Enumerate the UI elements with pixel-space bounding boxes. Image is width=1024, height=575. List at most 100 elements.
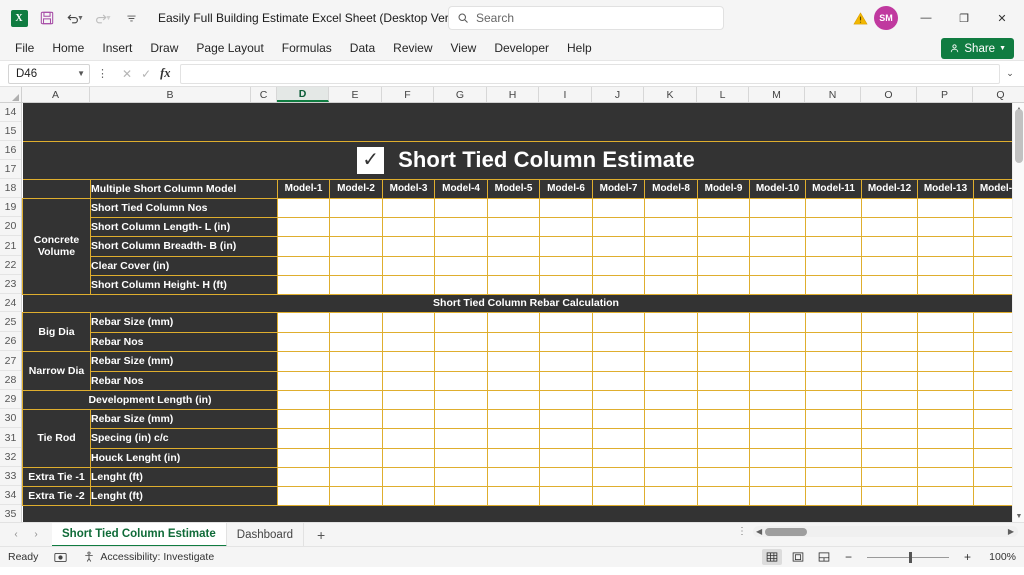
input-cell[interactable] bbox=[487, 311, 540, 333]
column-header-P[interactable]: P bbox=[917, 87, 973, 102]
input-cell[interactable] bbox=[487, 485, 540, 506]
input-cell[interactable] bbox=[434, 311, 488, 333]
input-cell[interactable] bbox=[487, 350, 540, 372]
input-cell[interactable] bbox=[861, 235, 918, 257]
row-header-31[interactable]: 31 bbox=[0, 428, 21, 448]
input-cell[interactable] bbox=[487, 197, 540, 218]
input-cell[interactable] bbox=[592, 350, 645, 372]
column-header-K[interactable]: K bbox=[644, 87, 697, 102]
row-header-29[interactable]: 29 bbox=[0, 390, 21, 409]
input-cell[interactable] bbox=[277, 447, 330, 468]
input-cell[interactable] bbox=[697, 466, 750, 487]
input-cell[interactable] bbox=[697, 255, 750, 276]
input-cell[interactable] bbox=[861, 197, 918, 218]
input-cell[interactable] bbox=[697, 370, 750, 391]
input-cell[interactable] bbox=[277, 255, 330, 276]
input-cell[interactable] bbox=[861, 274, 918, 295]
input-cell[interactable] bbox=[487, 427, 540, 449]
input-cell[interactable] bbox=[434, 485, 488, 506]
input-cell[interactable] bbox=[277, 235, 330, 257]
input-cell[interactable] bbox=[592, 331, 645, 352]
input-cell[interactable] bbox=[382, 331, 435, 352]
input-cell[interactable] bbox=[749, 370, 806, 391]
row-header-28[interactable]: 28 bbox=[0, 371, 21, 390]
input-cell[interactable] bbox=[382, 255, 435, 276]
input-cell[interactable] bbox=[644, 466, 698, 487]
row-header-23[interactable]: 23 bbox=[0, 275, 21, 294]
input-cell[interactable] bbox=[697, 408, 750, 429]
input-cell[interactable] bbox=[487, 235, 540, 257]
input-cell[interactable] bbox=[917, 485, 974, 506]
input-cell[interactable] bbox=[487, 331, 540, 352]
ribbon-tab-home[interactable]: Home bbox=[43, 38, 93, 58]
input-cell[interactable] bbox=[644, 485, 698, 506]
row-header-30[interactable]: 30 bbox=[0, 409, 21, 428]
scroll-options-icon[interactable]: ⋮ bbox=[737, 526, 747, 537]
input-cell[interactable] bbox=[592, 427, 645, 449]
input-cell[interactable] bbox=[917, 408, 974, 429]
zoom-level-label[interactable]: 100% bbox=[982, 551, 1016, 563]
input-cell[interactable] bbox=[861, 447, 918, 468]
input-cell[interactable] bbox=[644, 350, 698, 372]
input-cell[interactable] bbox=[861, 370, 918, 391]
input-cell[interactable] bbox=[382, 197, 435, 218]
input-cell[interactable] bbox=[382, 485, 435, 506]
input-cell[interactable] bbox=[382, 235, 435, 257]
input-cell[interactable] bbox=[805, 447, 862, 468]
input-cell[interactable] bbox=[592, 447, 645, 468]
input-cell[interactable] bbox=[592, 274, 645, 295]
input-cell[interactable] bbox=[644, 255, 698, 276]
input-cell[interactable] bbox=[917, 197, 974, 218]
input-cell[interactable] bbox=[539, 311, 593, 333]
ribbon-tab-developer[interactable]: Developer bbox=[485, 38, 558, 58]
input-cell[interactable] bbox=[749, 255, 806, 276]
input-cell[interactable] bbox=[917, 255, 974, 276]
input-cell[interactable] bbox=[805, 389, 862, 410]
input-cell[interactable] bbox=[861, 427, 918, 449]
input-cell[interactable] bbox=[434, 216, 488, 237]
input-cell[interactable] bbox=[329, 311, 383, 333]
zoom-slider[interactable] bbox=[866, 551, 949, 563]
input-cell[interactable] bbox=[749, 235, 806, 257]
input-cell[interactable] bbox=[644, 311, 698, 333]
column-header-Q[interactable]: Q bbox=[973, 87, 1024, 102]
search-box[interactable]: Search bbox=[448, 6, 724, 30]
input-cell[interactable] bbox=[805, 331, 862, 352]
input-cell[interactable] bbox=[749, 427, 806, 449]
input-cell[interactable] bbox=[539, 447, 593, 468]
warning-triangle-icon[interactable] bbox=[848, 11, 872, 26]
input-cell[interactable] bbox=[382, 274, 435, 295]
row-header-21[interactable]: 21 bbox=[0, 236, 21, 256]
input-cell[interactable] bbox=[592, 197, 645, 218]
input-cell[interactable] bbox=[805, 255, 862, 276]
input-cell[interactable] bbox=[697, 235, 750, 257]
input-cell[interactable] bbox=[592, 235, 645, 257]
input-cell[interactable] bbox=[539, 255, 593, 276]
input-cell[interactable] bbox=[805, 370, 862, 391]
input-cell[interactable] bbox=[805, 350, 862, 372]
input-cell[interactable] bbox=[749, 447, 806, 468]
column-header-L[interactable]: L bbox=[697, 87, 749, 102]
input-cell[interactable] bbox=[917, 427, 974, 449]
input-cell[interactable] bbox=[644, 331, 698, 352]
input-cell[interactable] bbox=[749, 408, 806, 429]
column-header-J[interactable]: J bbox=[592, 87, 644, 102]
scroll-down-icon[interactable]: ▼ bbox=[1013, 510, 1024, 522]
input-cell[interactable] bbox=[329, 216, 383, 237]
row-header-17[interactable]: 17 bbox=[0, 160, 21, 179]
input-cell[interactable] bbox=[917, 389, 974, 410]
column-header-G[interactable]: G bbox=[434, 87, 487, 102]
insert-function-icon[interactable]: fx bbox=[160, 66, 170, 81]
input-cell[interactable] bbox=[539, 370, 593, 391]
input-cell[interactable] bbox=[861, 466, 918, 487]
column-header-B[interactable]: B bbox=[90, 87, 251, 102]
input-cell[interactable] bbox=[434, 370, 488, 391]
row-header-22[interactable]: 22 bbox=[0, 256, 21, 275]
account-avatar[interactable]: SM bbox=[874, 6, 898, 30]
input-cell[interactable] bbox=[805, 311, 862, 333]
row-header-14[interactable]: 14 bbox=[0, 103, 21, 122]
input-cell[interactable] bbox=[644, 197, 698, 218]
input-cell[interactable] bbox=[382, 447, 435, 468]
input-cell[interactable] bbox=[917, 216, 974, 237]
input-cell[interactable] bbox=[749, 311, 806, 333]
